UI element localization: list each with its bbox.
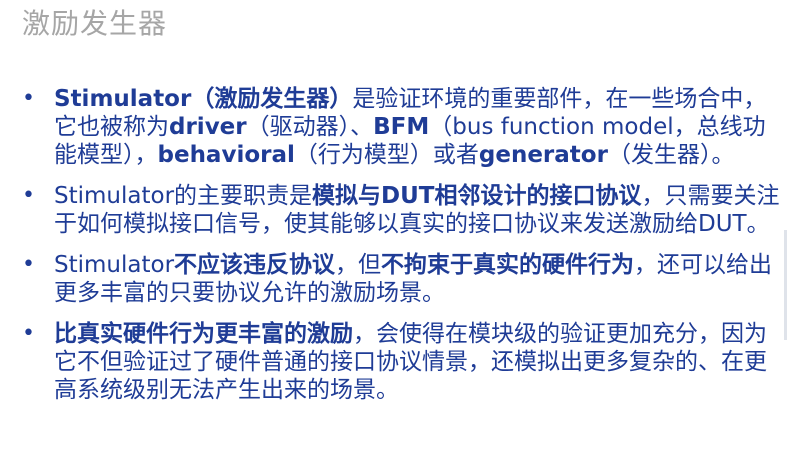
bullet-list: • Stimulator（激励发生器）是验证环境的重要部件，在一些场合中，它也被… (22, 85, 780, 404)
bullet-item: • 比真实硬件行为更丰富的激励，会使得在模块级的验证更加充分，因为它不但验证过了… (22, 320, 780, 404)
body-text: Stimulator的主要职责是 (54, 183, 313, 209)
bullet-dot-icon: • (22, 86, 35, 111)
bold-text: generator (478, 142, 608, 168)
bullet-dot-icon: • (22, 183, 35, 208)
bold-text: 不拘束于真实的硬件行为 (381, 252, 635, 278)
slide-title: 激励发生器 (22, 7, 168, 40)
bold-text: behavioral (157, 142, 295, 168)
bullet-dot-icon: • (22, 321, 35, 346)
bold-text: 不应该违反协议 (174, 252, 336, 278)
bullet-item: • Stimulator（激励发生器）是验证环境的重要部件，在一些场合中，它也被… (22, 85, 780, 169)
body-text: （发生器）。 (607, 142, 735, 168)
bullet-item: • Stimulator不应该违反协议，但不拘束于真实的硬件行为，还可以给出更多… (22, 251, 780, 307)
bold-text: BFM (373, 114, 430, 140)
bold-text: Stimulator（激励发生器） (54, 86, 353, 112)
bold-text: 模拟与DUT相邻设计的接口协议 (312, 183, 642, 209)
bullet-dot-icon: • (22, 252, 35, 277)
body-text: （驱动器）、 (246, 114, 374, 140)
body-text: ，但 (335, 252, 382, 278)
body-text: Stimulator (54, 252, 175, 278)
body-text: （行为模型）或者 (294, 142, 479, 168)
bold-text: driver (169, 114, 247, 140)
bold-text: 比真实硬件行为更丰富的激励 (54, 321, 353, 347)
bullet-item: • Stimulator的主要职责是模拟与DUT相邻设计的接口协议，只需要关注于… (22, 182, 780, 238)
